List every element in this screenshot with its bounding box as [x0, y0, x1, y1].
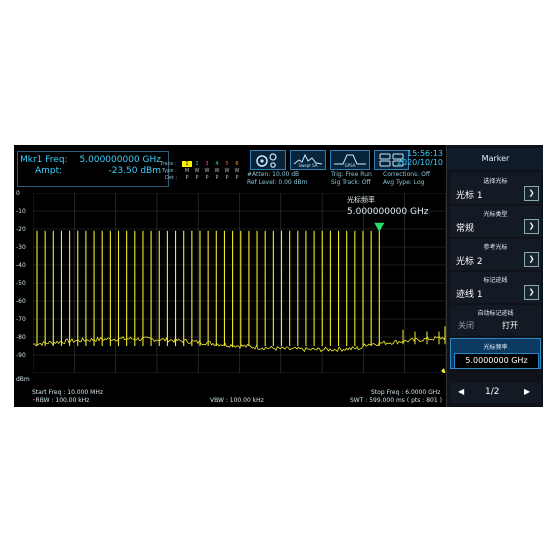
chevron-right-icon[interactable]: ❯ — [524, 285, 539, 300]
select-marker-key[interactable]: 选择光标 光标 1 ❯ — [450, 173, 541, 204]
auto-trace-off-option[interactable]: 关闭 — [458, 320, 474, 331]
page-navigator: ◀ 1/2 ▶ — [450, 383, 541, 403]
marker-annotation-title: 光标频率 — [347, 196, 375, 204]
trace-1-type: M — [184, 168, 190, 174]
trace-label: Trace : — [160, 161, 177, 167]
ref-marker-value: 光标 2 — [456, 257, 483, 267]
y-tick-label: 0 — [16, 190, 20, 197]
marker-freq-value: 5.000000000 GHz — [79, 155, 161, 165]
gear-icon — [256, 153, 277, 168]
marker-type-caption: 光标类型 — [483, 211, 508, 218]
clock-time: 15:56:13 — [407, 149, 443, 158]
type-label: Type : — [162, 168, 177, 174]
auto-marker-trace-caption: 自动标记迹线 — [477, 310, 514, 317]
swept-sa-mode-button[interactable]: Swept SA — [290, 150, 326, 170]
trace-5-number[interactable]: 5 — [222, 161, 232, 167]
sig-track-param: Sig Track: Off — [331, 179, 371, 186]
trace-2-type: W — [194, 168, 200, 174]
spectrum-plot: 0 -10 -20 -30 -40 -50 -60 -70 -80 -90 dBm 光标频率 5.… — [14, 189, 446, 389]
start-freq: Start Freq : 10.000 MHz — [32, 389, 103, 396]
marker-ampt-label: Ampt: — [35, 166, 63, 176]
ref-marker-caption: 参考光标 — [483, 244, 508, 251]
corrections-param: Corrections: Off — [383, 171, 430, 178]
y-tick-label: -20 — [16, 226, 26, 233]
panel-title: Marker — [447, 148, 543, 170]
y-tick-label: -60 — [16, 298, 26, 305]
select-marker-caption: 选择光标 — [483, 178, 508, 185]
prev-page-icon[interactable]: ◀ — [458, 387, 464, 396]
page-indicator: 1/2 — [485, 387, 500, 397]
trace-6-number[interactable]: 6 — [232, 161, 242, 167]
trace-3-number[interactable]: 3 — [202, 161, 212, 167]
swt-value: SWT : 599.000 ms ( pts : 801 ) — [350, 397, 442, 404]
marker-trace-key[interactable]: 标记迹线 迹线 1 ❯ — [450, 272, 541, 303]
settings-mode-button[interactable] — [250, 150, 286, 170]
chevron-right-icon[interactable]: ❯ — [524, 186, 539, 201]
gpsa-mode-button[interactable]: GPSA — [330, 150, 370, 170]
chevron-right-icon[interactable]: ❯ — [524, 252, 539, 267]
trace-3-type: W — [204, 168, 210, 174]
next-page-icon[interactable]: ▶ — [524, 387, 530, 396]
swept-sa-label: Swept SA — [298, 163, 318, 168]
y-tick-label: -40 — [16, 262, 26, 269]
auto-trace-on-option[interactable]: 打开 — [502, 320, 518, 331]
vbw-value: VBW : 100.00 kHz — [210, 397, 264, 404]
atten-param: #Atten: 10.00 dB — [247, 171, 300, 178]
trace-4-det: P — [215, 175, 219, 181]
trig-param: Trig: Free Run — [331, 171, 372, 178]
analyzer-screen: Mkr1 Freq: 5.000000000 GHz Ampt: -23.50 … — [14, 145, 543, 407]
marker-freq-input[interactable]: 5.0000000 GHz — [454, 353, 539, 369]
auto-marker-trace-key[interactable]: 自动标记迹线 关闭 打开 — [450, 305, 541, 336]
marker-softkey-panel: Marker 选择光标 光标 1 ❯ 光标类型 常规 ❯ 参考光标 光标 2 ❯… — [446, 145, 543, 407]
y-tick-label: -90 — [16, 352, 26, 359]
trace-6-det: P — [235, 175, 239, 181]
marker-type-value: 常规 — [456, 224, 475, 234]
chevron-right-icon[interactable]: ❯ — [524, 219, 539, 234]
gpsa-label: GPSA — [344, 163, 356, 168]
y-tick-label: -70 — [16, 316, 26, 323]
trace-1-det: P — [185, 175, 189, 181]
marker-trace-value: 迹线 1 — [456, 290, 483, 300]
avg-type-param: Avg Type: Log — [383, 179, 425, 186]
trace-2-det: P — [195, 175, 199, 181]
trace-6-type: W — [234, 168, 240, 174]
trace-4-number[interactable]: 4 — [212, 161, 222, 167]
marker-annotation-value: 5.000000000 GHz — [347, 207, 429, 217]
marker-type-key[interactable]: 光标类型 常规 ❯ — [450, 206, 541, 237]
marker-trace-caption: 标记迹线 — [483, 277, 508, 284]
trace-1-number[interactable]: 1 — [182, 161, 192, 167]
marker-ampt-value: -23.50 dBm — [108, 166, 161, 176]
trace-5-det: P — [225, 175, 229, 181]
y-tick-label: -10 — [16, 208, 26, 215]
rbw-value: •RBW : 100.00 kHz — [32, 397, 90, 404]
select-marker-value: 光标 1 — [456, 191, 483, 201]
trace-dets: PPPPPP — [182, 175, 242, 181]
y-tick-label: -50 — [16, 280, 26, 287]
y-tick-label: -80 — [16, 334, 26, 341]
marker-freq-key[interactable]: 光标频率 5.0000000 GHz — [450, 338, 541, 369]
clock: 15:56:13 2020/10/10 — [397, 149, 443, 167]
marker-freq-caption: 光标频率 — [483, 344, 508, 351]
marker-1-triangle — [374, 222, 385, 232]
status-header: Mkr1 Freq: 5.000000000 GHz Ampt: -23.50 … — [14, 145, 446, 189]
trace-types: MWWWWW — [182, 168, 242, 174]
clock-date: 2020/10/10 — [396, 158, 443, 167]
y-tick-label: -30 — [16, 244, 26, 251]
det-label: Det : — [165, 175, 178, 181]
trace-2-number[interactable]: 2 — [192, 161, 202, 167]
marker-freq-label: Mkr1 Freq: — [20, 155, 68, 165]
trace-4-type: W — [214, 168, 220, 174]
stop-freq: Stop Freq : 6.0000 GHz — [371, 389, 441, 396]
plot-grid[interactable] — [33, 193, 446, 373]
y-unit-label: dBm — [16, 376, 30, 383]
trace-5-type: W — [224, 168, 230, 174]
ref-level-param: Ref Level: 0.00 dBm — [247, 179, 308, 186]
trace-3-det: P — [205, 175, 209, 181]
trace-numbers: 123456 — [182, 161, 242, 167]
ref-marker-key[interactable]: 参考光标 光标 2 ❯ — [450, 239, 541, 270]
